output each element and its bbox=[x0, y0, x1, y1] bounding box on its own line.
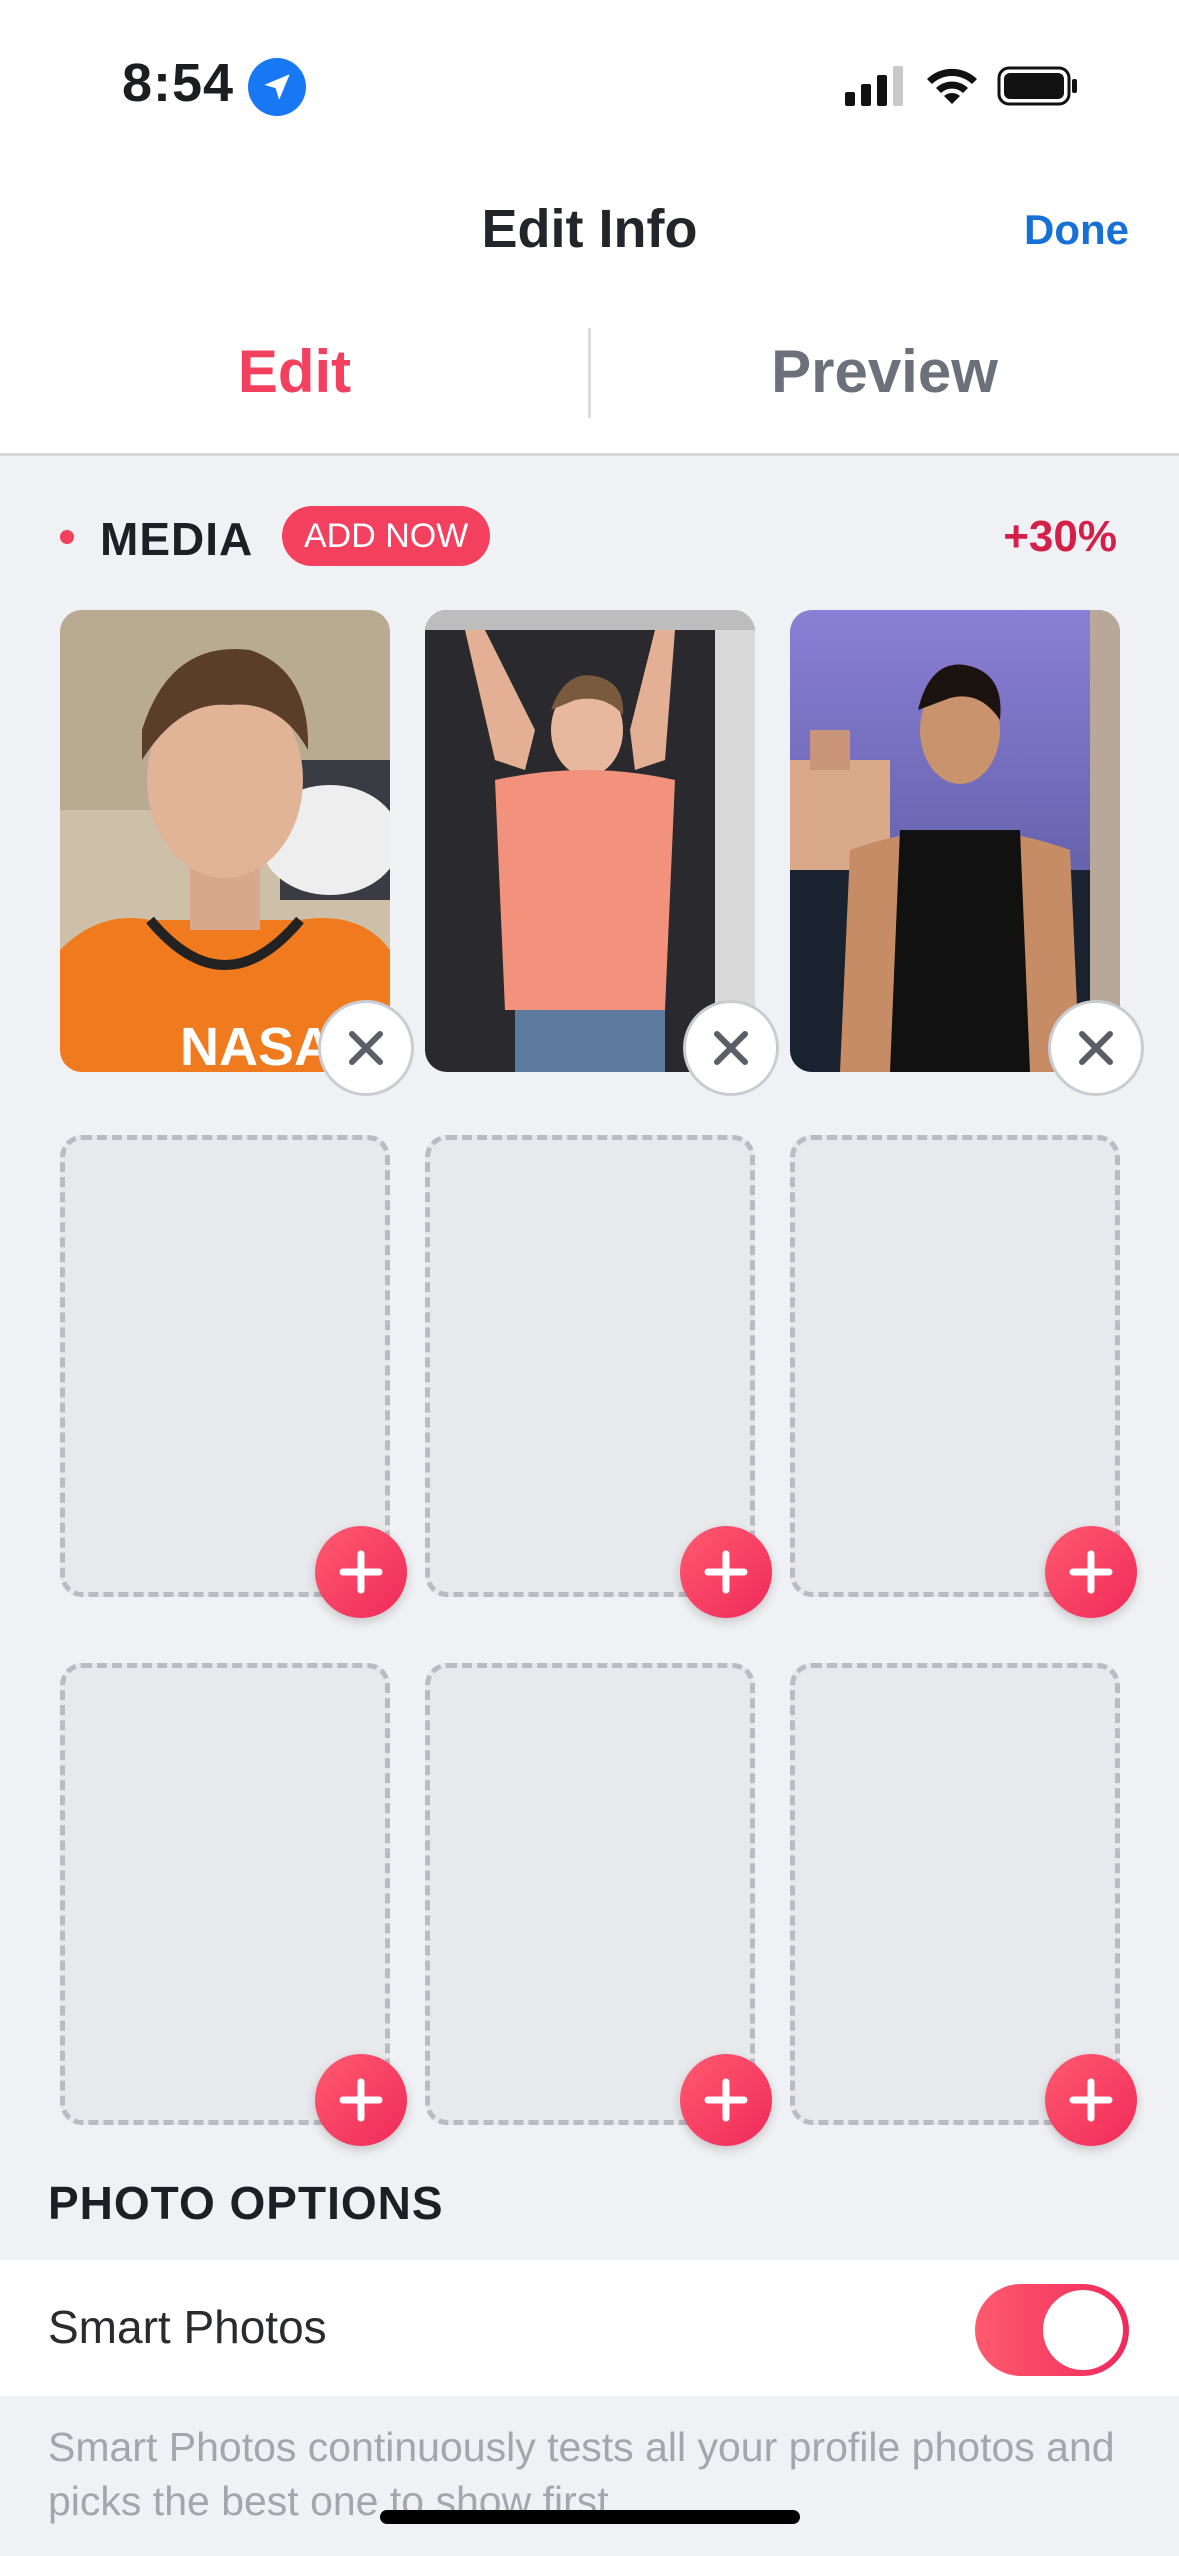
smart-photos-toggle[interactable] bbox=[975, 2284, 1129, 2376]
empty-photo-slot[interactable] bbox=[790, 1135, 1137, 1618]
header: Edit Info Done bbox=[0, 160, 1179, 290]
home-indicator bbox=[380, 2510, 800, 2524]
profile-photo-1: NASA bbox=[60, 610, 390, 1072]
smart-photos-label: Smart Photos bbox=[48, 2301, 327, 2353]
empty-photo-slot[interactable] bbox=[60, 1663, 407, 2146]
empty-photo-slot[interactable] bbox=[790, 1663, 1137, 2146]
photo-slot-1[interactable]: NASA bbox=[60, 610, 414, 1096]
empty-photo-slot[interactable] bbox=[60, 1135, 407, 1618]
location-arrow-icon bbox=[248, 58, 306, 116]
wifi-icon bbox=[927, 68, 977, 104]
status-time: 8:54 bbox=[122, 53, 235, 113]
done-button[interactable]: Done bbox=[1024, 206, 1129, 254]
close-icon bbox=[349, 1031, 383, 1065]
add-photo-button[interactable] bbox=[680, 1526, 772, 1618]
add-photo-button[interactable] bbox=[315, 2054, 407, 2146]
add-photo-button[interactable] bbox=[680, 2054, 772, 2146]
photo-slot-3[interactable] bbox=[790, 610, 1144, 1096]
empty-photo-slot[interactable] bbox=[425, 1663, 772, 2146]
photo-slot-2[interactable] bbox=[425, 610, 779, 1096]
media-label: MEDIA bbox=[100, 513, 254, 565]
tab-edit[interactable]: Edit bbox=[0, 290, 589, 453]
plus-icon bbox=[1069, 1550, 1113, 1594]
close-icon bbox=[714, 1031, 748, 1065]
tab-bar: Edit Preview bbox=[0, 290, 1179, 456]
plus-icon bbox=[339, 1550, 383, 1594]
toggle-knob bbox=[1043, 2290, 1123, 2370]
photo-options-heading: PHOTO OPTIONS bbox=[48, 2177, 444, 2229]
page-title: Edit Info bbox=[481, 199, 698, 259]
add-photo-button[interactable] bbox=[315, 1526, 407, 1618]
media-section-header: MEDIA ADD NOW +30% bbox=[0, 496, 1179, 576]
plus-icon bbox=[339, 2078, 383, 2122]
empty-photo-slot[interactable] bbox=[425, 1135, 772, 1618]
cellular-signal-icon bbox=[845, 66, 903, 106]
remove-photo-button[interactable] bbox=[683, 1000, 779, 1096]
add-photo-button[interactable] bbox=[1045, 2054, 1137, 2146]
tab-preview[interactable]: Preview bbox=[590, 290, 1179, 453]
remove-photo-button[interactable] bbox=[318, 1000, 414, 1096]
required-dot bbox=[60, 530, 74, 544]
battery-icon bbox=[997, 66, 1077, 106]
profile-photo-2 bbox=[425, 610, 755, 1072]
profile-boost-percent: +30% bbox=[1003, 512, 1117, 561]
close-icon bbox=[1079, 1031, 1113, 1065]
plus-icon bbox=[704, 1550, 748, 1594]
add-now-button[interactable]: ADD NOW bbox=[282, 506, 491, 566]
add-photo-button[interactable] bbox=[1045, 1526, 1137, 1618]
smart-photos-row: Smart Photos bbox=[0, 2260, 1179, 2396]
svg-text:NASA: NASA bbox=[180, 1017, 333, 1072]
profile-photo-3 bbox=[790, 610, 1120, 1072]
status-bar: 8:54 bbox=[0, 0, 1179, 160]
remove-photo-button[interactable] bbox=[1048, 1000, 1144, 1096]
plus-icon bbox=[704, 2078, 748, 2122]
plus-icon bbox=[1069, 2078, 1113, 2122]
